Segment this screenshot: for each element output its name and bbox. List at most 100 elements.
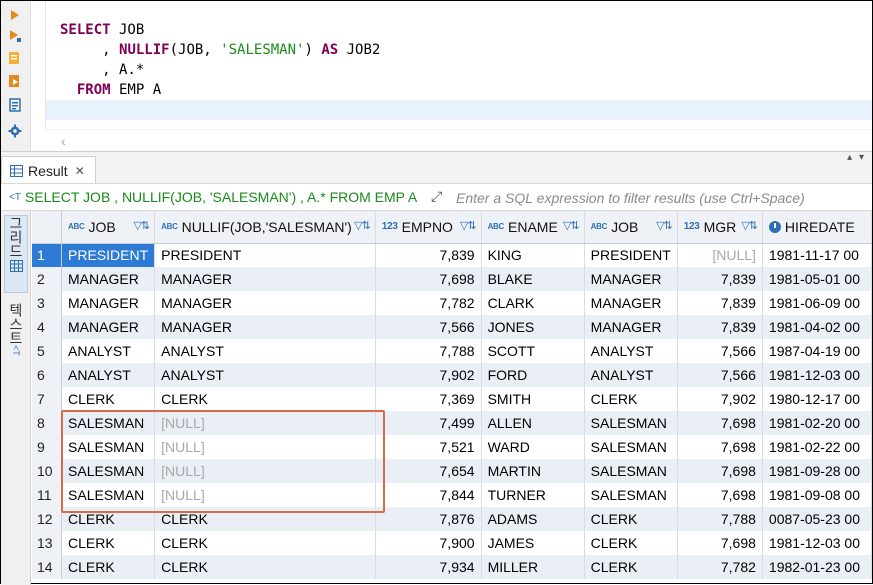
row-number[interactable]: 12 — [32, 507, 63, 531]
table-cell[interactable]: CLERK — [584, 507, 678, 531]
table-row[interactable]: 10 SALESMAN [NULL] 7,654 MARTIN SALESMAN 7,698… — [32, 459, 872, 483]
editor-text-area[interactable]: SELECT JOB , NULLIF(JOB, 'SALESMAN') AS … — [45, 1, 872, 129]
table-cell[interactable]: 1982-01-23 00 — [762, 555, 872, 579]
table-cell[interactable]: [NULL] — [154, 459, 376, 483]
table-cell[interactable]: ANALYST — [61, 339, 156, 363]
table-cell[interactable]: SALESMAN — [61, 483, 156, 507]
column-header-job[interactable]: ABC JOB ▽⇅ — [61, 211, 156, 244]
table-row[interactable]: 2 MANAGER MANAGER 7,698 BLAKE MANAGER 7,839 198… — [32, 267, 872, 291]
table-cell[interactable]: 7,521 — [375, 435, 482, 459]
row-number[interactable]: 13 — [32, 531, 63, 555]
row-number[interactable]: 10 — [32, 459, 63, 483]
column-header-mgr[interactable]: 123 MGR ▽⇅ — [677, 211, 763, 244]
row-number[interactable]: 3 — [32, 291, 63, 315]
table-cell[interactable]: ADAMS — [481, 507, 585, 531]
table-row[interactable]: 9 SALESMAN [NULL] 7,521 WARD SALESMAN 7,698 198… — [32, 435, 872, 459]
tab-result[interactable]: Result ✕ — [1, 156, 96, 184]
table-cell[interactable]: CLERK — [61, 387, 156, 411]
table-cell[interactable]: FORD — [481, 363, 585, 387]
filter-sort-icon[interactable]: ▽⇅ — [354, 219, 371, 232]
table-cell[interactable]: 7,902 — [375, 363, 482, 387]
row-number[interactable]: 11 — [32, 483, 63, 507]
row-number[interactable]: 9 — [32, 435, 63, 459]
column-header-empno[interactable]: 123 EMPNO ▽⇅ — [375, 211, 482, 244]
table-cell[interactable]: TURNER — [481, 483, 585, 507]
explain-plan-icon[interactable] — [7, 73, 23, 89]
table-cell[interactable]: 7,566 — [375, 315, 482, 339]
table-cell[interactable]: SALESMAN — [584, 411, 678, 435]
table-cell[interactable]: CLERK — [61, 555, 156, 579]
table-cell[interactable]: JONES — [481, 315, 585, 339]
row-number[interactable]: 5 — [32, 339, 63, 363]
table-cell[interactable]: 0087-05-23 00 — [762, 507, 872, 531]
table-row[interactable]: 13 CLERK CLERK 7,900 JAMES CLERK 7,698 1981-12-… — [32, 531, 872, 555]
view-menu-icon[interactable]: ▴ ▾ — [847, 152, 866, 163]
table-cell[interactable]: SALESMAN — [61, 411, 156, 435]
execute-statement-icon[interactable] — [7, 7, 23, 23]
table-row[interactable]: 12 CLERK CLERK 7,876 ADAMS CLERK 7,788 0087-05-… — [32, 507, 872, 531]
table-cell[interactable]: MANAGER — [61, 291, 156, 315]
table-cell[interactable]: MILLER — [481, 555, 585, 579]
execute-script-icon[interactable] — [7, 28, 23, 44]
table-cell[interactable]: WARD — [481, 435, 585, 459]
table-cell[interactable]: MANAGER — [154, 291, 376, 315]
filter-sort-icon[interactable]: ▽⇅ — [563, 219, 580, 232]
column-header-hiredate[interactable]: HIREDATE — [762, 211, 872, 244]
table-cell[interactable]: MANAGER — [584, 291, 678, 315]
table-cell[interactable]: CLERK — [584, 387, 678, 411]
table-cell[interactable]: 7,839 — [677, 267, 763, 291]
table-cell[interactable]: SCOTT — [481, 339, 585, 363]
row-number[interactable]: 6 — [32, 363, 63, 387]
table-cell[interactable]: 7,499 — [375, 411, 482, 435]
view-grid-button[interactable]: 그리드 — [4, 215, 28, 293]
table-cell[interactable]: CLERK — [61, 531, 156, 555]
table-cell[interactable]: PRESIDENT — [154, 243, 376, 267]
table-cell[interactable]: 7,788 — [677, 507, 763, 531]
row-number[interactable]: 14 — [32, 555, 63, 579]
table-cell[interactable]: 1981-05-01 00 — [762, 267, 872, 291]
table-cell[interactable]: MARTIN — [481, 459, 585, 483]
table-cell[interactable]: SALESMAN — [584, 435, 678, 459]
table-cell[interactable]: BLAKE — [481, 267, 585, 291]
filter-sort-icon[interactable]: ▽⇅ — [460, 219, 477, 232]
table-cell[interactable]: 7,839 — [677, 291, 763, 315]
table-cell[interactable]: 1981-09-08 00 — [762, 483, 872, 507]
table-cell[interactable]: PRESIDENT — [61, 243, 156, 267]
table-cell[interactable]: ANALYST — [154, 339, 376, 363]
table-cell[interactable]: JAMES — [481, 531, 585, 555]
editor-horizontal-scrollbar[interactable]: ‹ — [45, 129, 872, 151]
table-cell[interactable]: 1981-02-22 00 — [762, 435, 872, 459]
table-row[interactable]: 6 ANALYST ANALYST 7,902 FORD ANALYST 7,566 1981… — [32, 363, 872, 387]
table-row[interactable]: 11 SALESMAN [NULL] 7,844 TURNER SALESMAN 7,698… — [32, 483, 872, 507]
table-row[interactable]: 4 MANAGER MANAGER 7,566 JONES MANAGER 7,839 198… — [32, 315, 872, 339]
table-cell[interactable]: 7,934 — [375, 555, 482, 579]
row-number[interactable]: 7 — [32, 387, 63, 411]
table-cell[interactable]: ANALYST — [154, 363, 376, 387]
table-cell[interactable]: [NULL] — [154, 483, 376, 507]
filter-input[interactable] — [456, 187, 866, 208]
table-row[interactable]: 5 ANALYST ANALYST 7,788 SCOTT ANALYST 7,566 198… — [32, 339, 872, 363]
settings-gear-icon[interactable] — [7, 123, 23, 139]
table-cell[interactable]: MANAGER — [154, 267, 376, 291]
table-cell[interactable]: CLERK — [584, 555, 678, 579]
table-cell[interactable]: ANALYST — [61, 363, 156, 387]
table-cell[interactable]: 1981-11-17 00 — [762, 243, 872, 267]
table-cell[interactable]: ALLEN — [481, 411, 585, 435]
table-row[interactable]: 1 PRESIDENT PRESIDENT 7,839 KING PRESIDENT [NU… — [32, 243, 872, 267]
table-cell[interactable]: 7,698 — [375, 267, 482, 291]
table-cell[interactable]: 7,839 — [677, 315, 763, 339]
row-number[interactable]: 1 — [32, 243, 63, 267]
filter-sort-icon[interactable]: ▽⇅ — [741, 219, 758, 232]
table-row[interactable]: 3 MANAGER MANAGER 7,782 CLARK MANAGER 7,839 198… — [32, 291, 872, 315]
filter-sort-icon[interactable]: ▽⇅ — [656, 219, 673, 232]
table-cell[interactable]: [NULL] — [677, 243, 763, 267]
table-cell[interactable]: ANALYST — [584, 363, 678, 387]
table-cell[interactable]: SALESMAN — [61, 459, 156, 483]
table-cell[interactable]: [NULL] — [154, 435, 376, 459]
execute-new-tab-icon[interactable] — [7, 50, 23, 66]
table-cell[interactable]: 7,844 — [375, 483, 482, 507]
table-cell[interactable]: CLARK — [481, 291, 585, 315]
table-cell[interactable]: 7,698 — [677, 459, 763, 483]
table-cell[interactable]: MANAGER — [154, 315, 376, 339]
row-number[interactable]: 2 — [32, 267, 63, 291]
